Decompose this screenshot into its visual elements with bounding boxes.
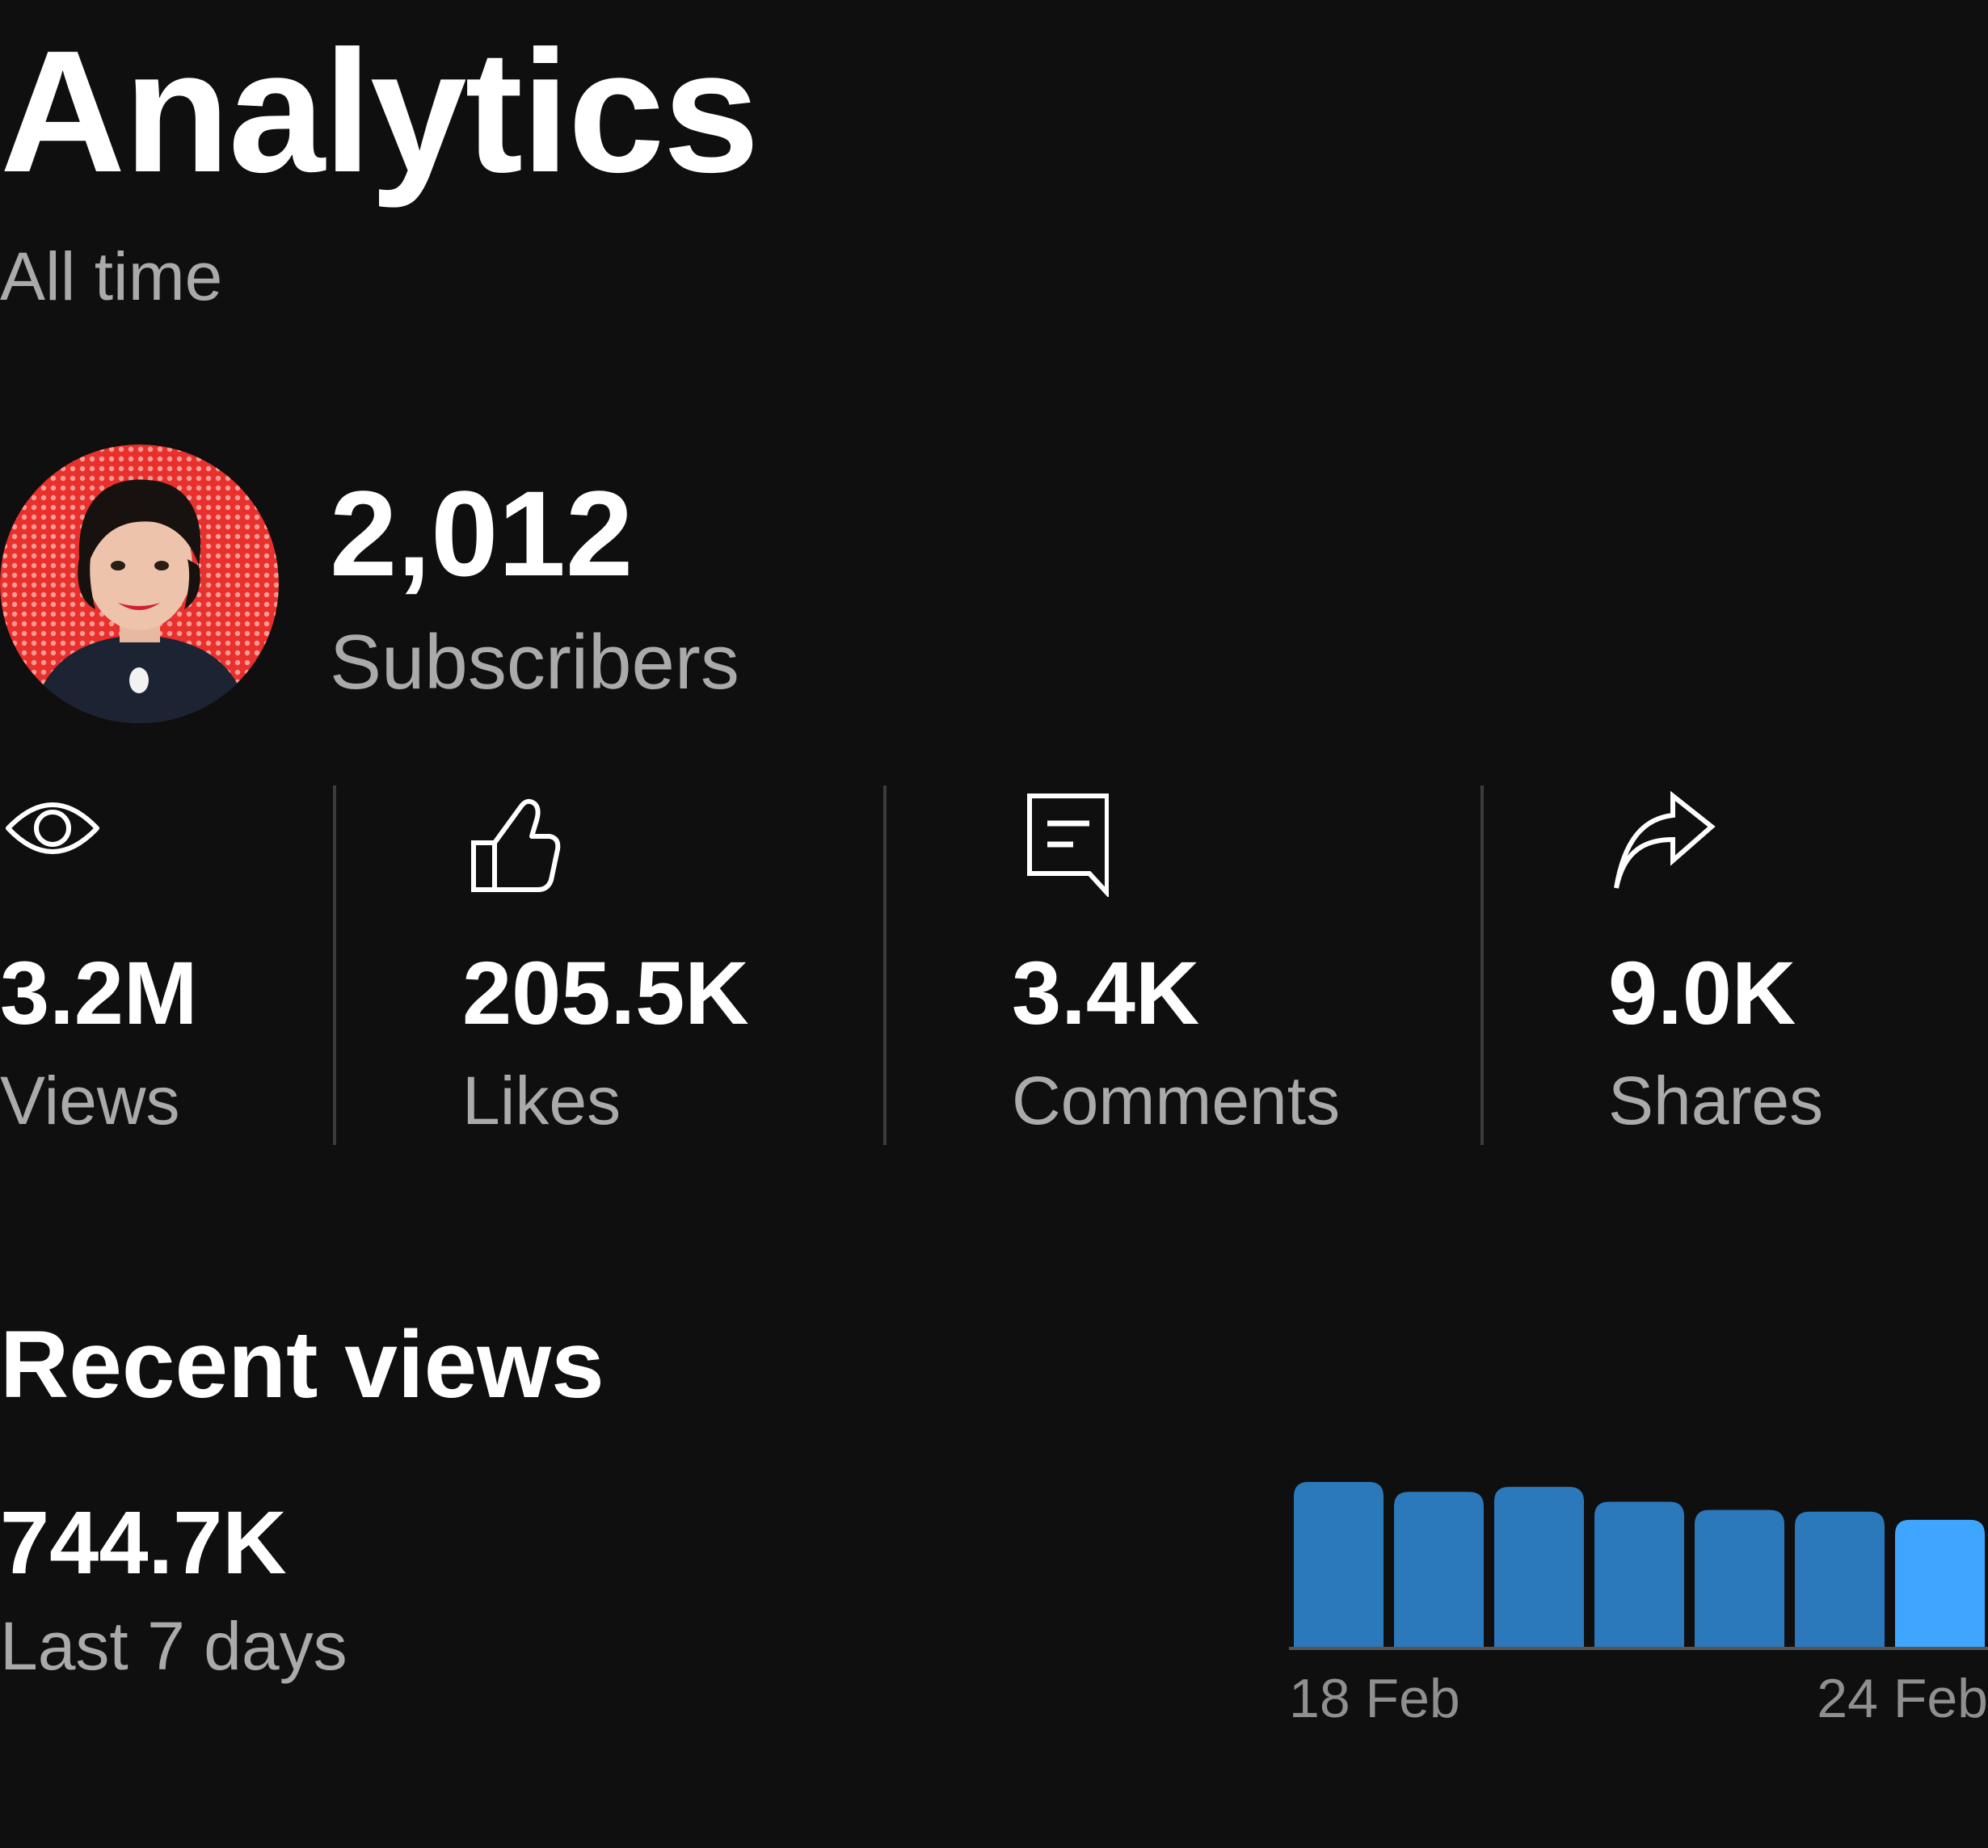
- stat-divider: [1480, 785, 1484, 1145]
- recent-views-title: Recent views: [0, 1311, 604, 1418]
- recent-views-chart[interactable]: 18 Feb 24 Feb: [1289, 1471, 1988, 1729]
- subscriber-count: 2,012: [330, 465, 634, 601]
- chart-bar[interactable]: [1895, 1519, 1985, 1647]
- recent-views-period: Last 7 days: [0, 1608, 347, 1684]
- comments-value: 3.4K: [1012, 944, 1200, 1043]
- chart-bar[interactable]: [1795, 1511, 1885, 1647]
- chart-ticks: 18 Feb 24 Feb: [1289, 1668, 1988, 1729]
- chart-tick-label: 24 Feb: [1817, 1668, 1988, 1729]
- chart-bars: [1294, 1482, 1985, 1647]
- channel-avatar[interactable]: [0, 444, 279, 723]
- page-title: Analytics: [0, 14, 760, 208]
- chart-bar[interactable]: [1695, 1509, 1784, 1647]
- chart-bar[interactable]: [1594, 1501, 1684, 1647]
- eye-icon: [0, 788, 105, 873]
- thumbs-up-icon: [462, 788, 563, 897]
- share-icon: [1608, 788, 1717, 901]
- views-label: Views: [0, 1063, 180, 1139]
- chart-bar[interactable]: [1294, 1482, 1384, 1647]
- period-label[interactable]: All time: [0, 242, 222, 310]
- subscriber-label: Subscribers: [330, 619, 739, 705]
- stat-divider: [333, 785, 336, 1145]
- comment-icon: [1012, 788, 1110, 901]
- comments-label: Comments: [1012, 1063, 1341, 1139]
- likes-value: 205.5K: [462, 944, 749, 1043]
- shares-label: Shares: [1608, 1063, 1824, 1139]
- views-value: 3.2M: [0, 944, 198, 1043]
- stat-divider: [883, 785, 887, 1145]
- shares-value: 9.0K: [1608, 944, 1796, 1043]
- chart-tick-label: 18 Feb: [1289, 1668, 1460, 1729]
- chart-bar[interactable]: [1494, 1487, 1584, 1647]
- recent-views-value: 744.7K: [0, 1493, 287, 1593]
- chart-bar[interactable]: [1394, 1492, 1484, 1647]
- likes-label: Likes: [462, 1063, 621, 1139]
